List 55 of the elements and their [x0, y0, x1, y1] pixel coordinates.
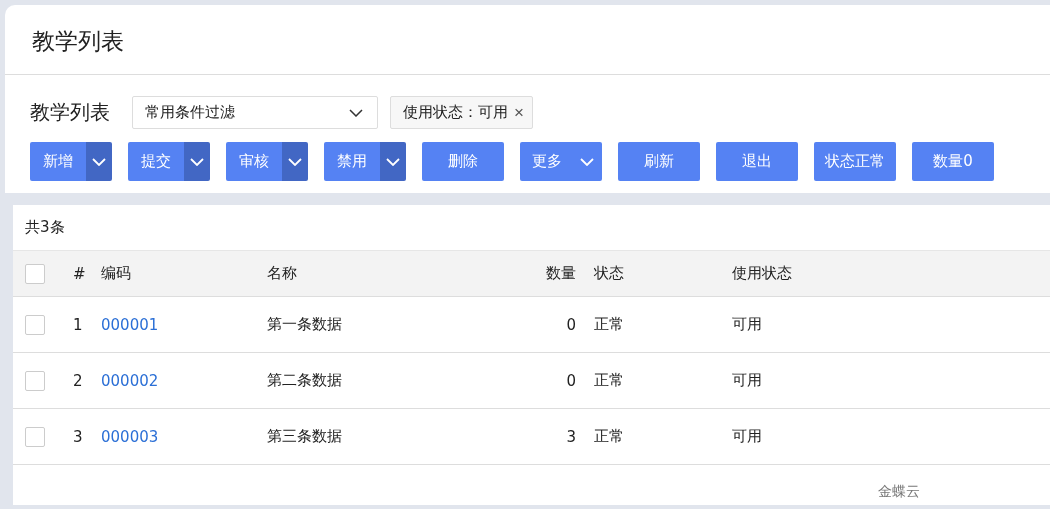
table-cell: 3	[566, 427, 576, 446]
toolbar-button[interactable]: 禁用	[324, 142, 380, 181]
toolbar-button[interactable]: 新增	[30, 142, 86, 181]
column-header: 名称	[267, 264, 297, 282]
record-count: 共3条	[24, 217, 66, 238]
table-cell: 第二条数据	[267, 371, 342, 389]
chevron-down-icon	[190, 157, 204, 166]
column-header: 使用状态	[732, 264, 792, 282]
row-number: 2	[73, 371, 83, 390]
dropdown-toggle-button[interactable]	[380, 142, 406, 181]
toolbar-button[interactable]: 刷新	[618, 142, 700, 181]
chevron-down-icon	[349, 108, 363, 117]
footer-text: 金蝶云	[878, 483, 920, 499]
table-cell: 0	[566, 371, 576, 390]
table-cell: 正常	[594, 371, 624, 389]
column-header: 数量	[546, 264, 576, 282]
dropdown-toggle-button[interactable]	[184, 142, 210, 181]
table-cell: 第一条数据	[267, 315, 342, 333]
chevron-down-icon	[580, 157, 594, 166]
close-button[interactable]: ×	[514, 102, 524, 123]
code-link[interactable]: 000001	[101, 315, 159, 334]
toolbar-button[interactable]: 删除	[422, 142, 504, 181]
toolbar-button[interactable]: 审核	[226, 142, 282, 181]
toolbar-button[interactable]: 数量0	[912, 142, 994, 181]
toolbar-button[interactable]: 提交	[128, 142, 184, 181]
table-cell: 可用	[732, 427, 762, 445]
column-header: 编码	[101, 264, 131, 282]
chevron-down-icon	[288, 157, 302, 166]
table-cell: 0	[566, 315, 576, 334]
toolbar-button[interactable]: 退出	[716, 142, 798, 181]
row-number: 3	[73, 427, 83, 446]
column-header: 状态	[594, 264, 624, 282]
table-cell: 可用	[732, 315, 762, 333]
dropdown-toggle-button[interactable]	[86, 142, 112, 181]
row-number: 1	[73, 315, 83, 334]
table-cell: 正常	[594, 315, 624, 333]
table-cell: 第三条数据	[267, 427, 342, 445]
dropdown-toggle-button[interactable]	[282, 142, 308, 181]
more-menu-button[interactable]: 更多	[520, 142, 602, 181]
page-title: 教学列表	[5, 5, 1050, 75]
select-all-checkbox[interactable]	[25, 263, 45, 284]
table-cell: 正常	[594, 427, 624, 445]
table-cell: 可用	[732, 371, 762, 389]
row-checkbox[interactable]	[25, 314, 45, 335]
row-checkbox[interactable]	[25, 426, 45, 447]
filter-scheme-dropdown[interactable]: 常用条件过滤	[132, 96, 378, 129]
toolbar-button[interactable]: 状态正常	[814, 142, 896, 181]
chevron-down-icon	[386, 157, 400, 166]
row-checkbox[interactable]	[25, 370, 45, 391]
code-link[interactable]: 000002	[101, 371, 159, 390]
chevron-down-icon	[92, 157, 106, 166]
list-title: 教学列表	[30, 99, 110, 126]
column-header: #	[73, 264, 86, 283]
chip-label: 使用状态：可用	[403, 103, 508, 122]
code-link[interactable]: 000003	[101, 427, 159, 446]
